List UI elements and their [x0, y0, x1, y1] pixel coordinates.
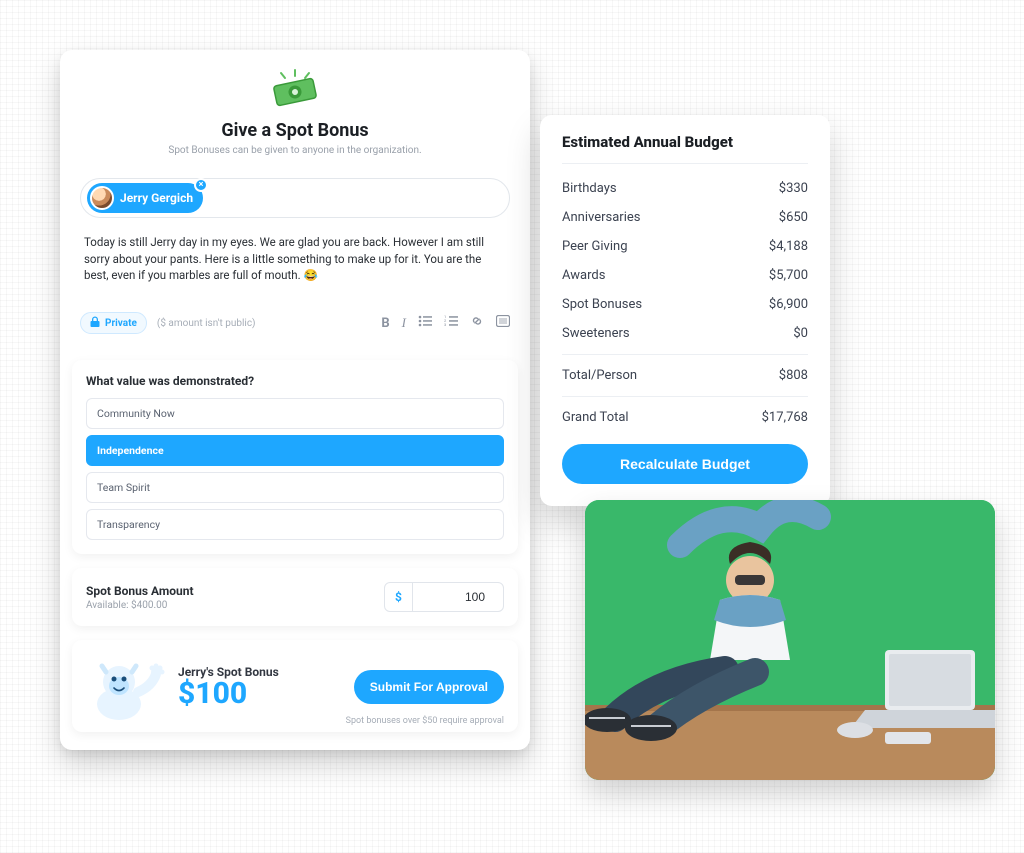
budget-row: Peer Giving$4,188 — [562, 232, 808, 261]
value-option[interactable]: Community Now — [86, 398, 504, 429]
spot-bonus-card: Give a Spot Bonus Spot Bonuses can be gi… — [60, 50, 530, 750]
amount-available: Available: $400.00 — [86, 600, 194, 611]
privacy-hint: ($ amount isn't public) — [157, 318, 256, 329]
summary-amount: $100 — [178, 679, 279, 709]
recipient-field[interactable]: Jerry Gergich × — [80, 178, 510, 218]
submit-button[interactable]: Submit For Approval — [354, 670, 504, 704]
budget-title: Estimated Annual Budget — [562, 133, 808, 164]
budget-row: Spot Bonuses$6,900 — [562, 290, 808, 319]
bullet-list-icon[interactable] — [418, 315, 432, 331]
budget-row: Birthdays$330 — [562, 174, 808, 203]
message-toolbar: Private ($ amount isn't public) B I 123 — [80, 312, 510, 346]
photo-card — [585, 500, 995, 780]
page-subtitle: Spot Bonuses can be given to anyone in t… — [84, 145, 506, 156]
recipient-chip[interactable]: Jerry Gergich × — [87, 183, 203, 213]
page-title: Give a Spot Bonus — [84, 120, 506, 141]
svg-text:3: 3 — [444, 322, 446, 327]
bold-icon[interactable]: B — [381, 316, 389, 331]
amount-section: Spot Bonus Amount Available: $400.00 $ — [72, 568, 518, 626]
avatar — [90, 186, 114, 210]
hero: Give a Spot Bonus Spot Bonuses can be gi… — [60, 62, 530, 166]
amount-title: Spot Bonus Amount — [86, 584, 194, 598]
amount-input[interactable] — [413, 583, 493, 611]
budget-row: Awards$5,700 — [562, 261, 808, 290]
budget-row: Sweeteners$0 — [562, 319, 808, 348]
remove-recipient-icon[interactable]: × — [194, 178, 208, 192]
privacy-label: Private — [105, 318, 137, 329]
budget-grand-total: Grand Total$17,768 — [562, 403, 808, 432]
value-option[interactable]: Independence — [86, 435, 504, 466]
privacy-toggle[interactable]: Private — [80, 312, 147, 334]
summary-card: Jerry's Spot Bonus $100 Submit For Appro… — [72, 640, 518, 732]
recipient-name: Jerry Gergich — [120, 191, 193, 205]
budget-row: Anniversaries$650 — [562, 203, 808, 232]
budget-per-person: Total/Person$808 — [562, 361, 808, 390]
italic-icon[interactable]: I — [402, 315, 406, 331]
approval-note: Spot bonuses over $50 require approval — [346, 716, 504, 726]
value-option[interactable]: Transparency — [86, 509, 504, 540]
currency-symbol: $ — [385, 582, 413, 612]
budget-panel: Estimated Annual Budget Birthdays$330 An… — [540, 115, 830, 506]
link-icon[interactable] — [470, 315, 484, 331]
value-option[interactable]: Team Spirit — [86, 472, 504, 503]
message-input[interactable]: Today is still Jerry day in my eyes. We … — [80, 226, 510, 312]
gif-icon[interactable] — [496, 315, 510, 331]
recalculate-button[interactable]: Recalculate Budget — [562, 444, 808, 484]
money-icon — [265, 68, 325, 114]
values-question: What value was demonstrated? — [86, 374, 504, 388]
values-section: What value was demonstrated? Community N… — [72, 360, 518, 554]
numbered-list-icon[interactable]: 123 — [444, 315, 458, 331]
yeti-mascot-icon — [86, 652, 166, 722]
lock-icon — [90, 316, 100, 330]
amount-input-wrapper: $ — [384, 582, 504, 612]
